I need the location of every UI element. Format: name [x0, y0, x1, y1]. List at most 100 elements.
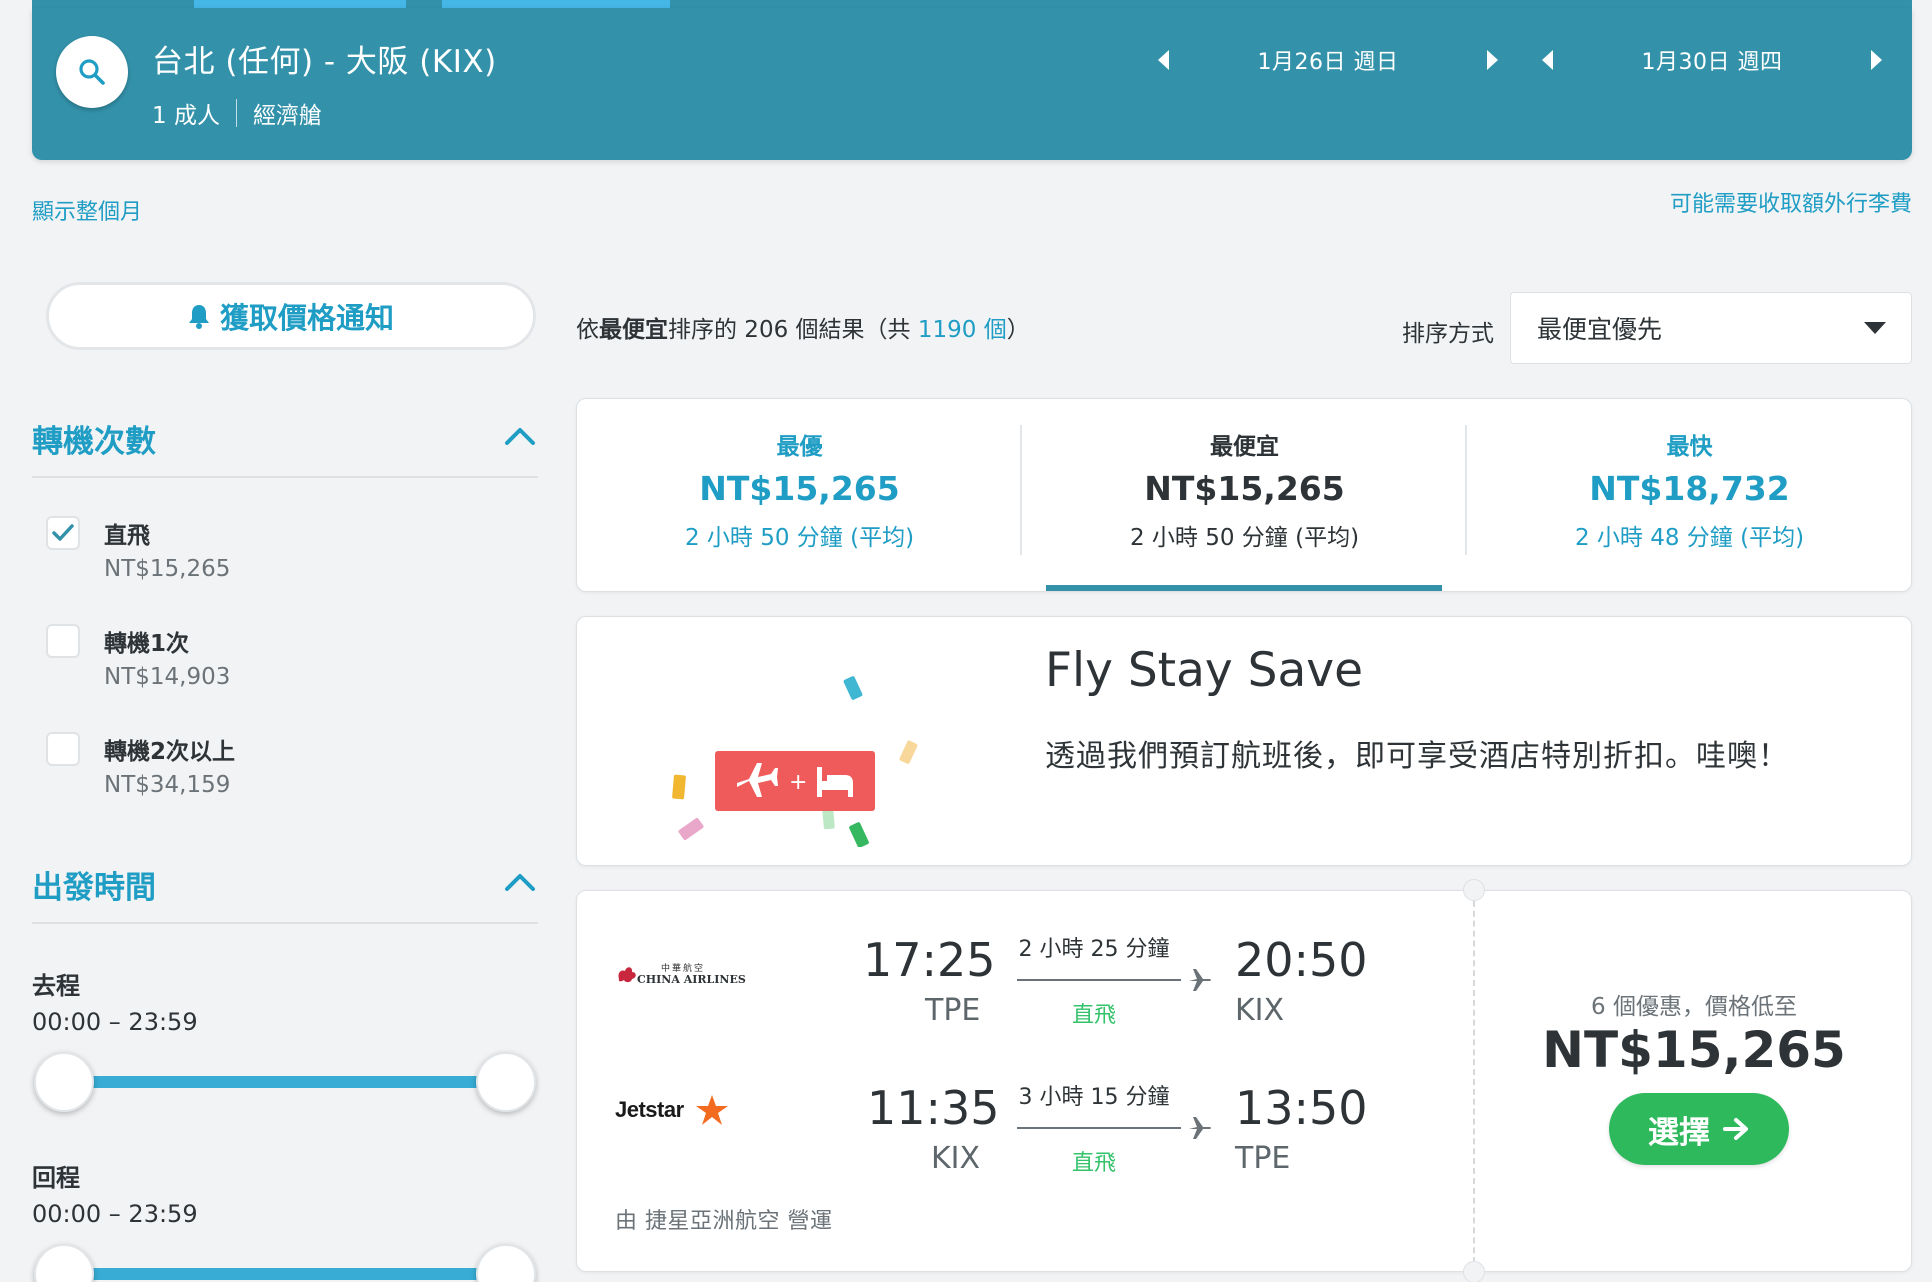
stops-indicator: 直飛	[1071, 1151, 1116, 1176]
slider-min-handle[interactable]	[34, 1052, 94, 1112]
cabin-class: 經濟艙	[252, 103, 322, 129]
bell-icon	[188, 305, 209, 329]
show-full-month-link[interactable]: 顯示整個月	[32, 194, 142, 226]
caret-down-icon	[1864, 322, 1886, 334]
outbound-time-range: 00:00 – 23:59	[32, 1008, 198, 1036]
stops-option-label: 轉機2次以上	[104, 739, 236, 765]
return-leg: Jetstar 11:35 KIX 3 小時 15 分鐘 直飛 13:50 TP…	[577, 1075, 1473, 1195]
trip-details[interactable]: 1 成人 經濟艙	[152, 96, 322, 130]
flight-plus-hotel-illustration: +	[672, 676, 918, 847]
result-sort-tabs: 最優 NT$15,265 2 小時 50 分鐘 (平均) 最便宜 NT$15,2…	[576, 398, 1912, 592]
caret-right-icon	[1487, 50, 1498, 70]
header-strip-segment	[194, 0, 406, 8]
departure-time: 11:35	[867, 1081, 1000, 1135]
price-alert-label: 獲取價格通知	[219, 301, 394, 335]
return-date-next-button[interactable]	[1854, 38, 1898, 82]
svg-text:+: +	[789, 770, 807, 795]
flight-duration: 2 小時 25 分鐘	[1018, 937, 1170, 962]
tab-duration: 2 小時 50 分鐘 (平均)	[684, 525, 915, 551]
tab-price: NT$18,732	[1589, 469, 1790, 508]
search-summary-header: 台北 (任何) - 大阪 (KIX) 1 成人 經濟艙 1月26日 週日 1月3…	[32, 8, 1912, 160]
airline-name: CHINA AIRLINES	[637, 973, 746, 986]
search-button[interactable]	[56, 36, 128, 108]
airline-name: Jetstar	[615, 1097, 684, 1122]
arrival-airport: TPE	[1235, 1141, 1291, 1176]
one-stop-checkbox[interactable]	[46, 624, 80, 658]
arrival-time: 13:50	[1235, 1081, 1368, 1135]
tab-cheapest[interactable]: 最便宜 NT$15,265 2 小時 50 分鐘 (平均)	[1022, 399, 1467, 591]
slider-max-handle[interactable]	[476, 1244, 536, 1282]
promo-title: Fly Stay Save	[1045, 643, 1364, 698]
flight-result-card[interactable]: 中華航空 CHINA AIRLINES 17:25 TPE 2 小時 25 分鐘…	[576, 879, 1912, 1282]
search-icon	[79, 59, 105, 85]
arrival-airport: KIX	[1235, 993, 1285, 1028]
slider-min-handle[interactable]	[34, 1244, 94, 1282]
depart-date-prev-button[interactable]	[1142, 38, 1186, 82]
baggage-fee-link[interactable]: 可能需要收取額外行李費	[1670, 186, 1912, 218]
arrow-right-icon	[1723, 1118, 1748, 1140]
departure-airport: TPE	[925, 993, 981, 1028]
tab-label: 最便宜	[1210, 434, 1279, 460]
tab-price: NT$15,265	[1144, 469, 1345, 508]
tab-duration: 2 小時 50 分鐘 (平均)	[1129, 525, 1360, 551]
sort-label: 排序方式	[1402, 321, 1494, 347]
results-prefix: 依	[576, 317, 599, 343]
flight-duration: 3 小時 15 分鐘	[1018, 1085, 1170, 1110]
results-count: 排序的 206 個結果（共	[668, 317, 918, 343]
tab-duration: 2 小時 48 分鐘 (平均)	[1574, 525, 1805, 551]
price-alert-button[interactable]: 獲取價格通知	[46, 282, 536, 350]
china-airlines-logo: 中華航空 CHINA AIRLINES	[615, 961, 755, 991]
divider	[235, 99, 237, 127]
flight-line	[1017, 979, 1181, 981]
results-summary: 依最便宜排序的 206 個結果（共 1190 個）	[576, 310, 1030, 344]
stops-option-label: 轉機1次	[104, 631, 190, 657]
tab-label: 最優	[776, 434, 823, 460]
two-plus-stops-checkbox[interactable]	[46, 732, 80, 766]
tab-fastest[interactable]: 最快 NT$18,732 2 小時 48 分鐘 (平均)	[1467, 399, 1911, 591]
deal-count-text: 6 個優惠，價格低至	[1591, 994, 1797, 1020]
return-time-range: 00:00 – 23:59	[32, 1200, 198, 1228]
outbound-label: 去程	[32, 972, 80, 1000]
header-top-strip	[32, 0, 1912, 8]
return-date-prev-button[interactable]	[1526, 38, 1570, 82]
outbound-time-slider[interactable]	[32, 1046, 538, 1118]
jetstar-star-icon	[696, 1095, 728, 1125]
depart-date[interactable]: 1月26日 週日	[1186, 44, 1470, 76]
tab-label: 最快	[1666, 434, 1713, 460]
depart-date-next-button[interactable]	[1470, 38, 1514, 82]
header-strip-segment	[442, 0, 670, 8]
sort-dropdown[interactable]: 最便宜優先	[1510, 292, 1912, 364]
departure-airport: KIX	[931, 1141, 981, 1176]
results-total-link[interactable]: 1190 個	[918, 317, 1007, 343]
outbound-leg: 中華航空 CHINA AIRLINES 17:25 TPE 2 小時 25 分鐘…	[577, 927, 1473, 1047]
depart-date-nav: 1月26日 週日	[1142, 38, 1514, 82]
arrival-time: 20:50	[1235, 933, 1368, 987]
results-suffix: ）	[1006, 317, 1030, 343]
ticket-divider	[1473, 891, 1475, 1273]
chevron-up-icon[interactable]	[502, 864, 538, 900]
active-tab-indicator	[1046, 585, 1442, 591]
return-date[interactable]: 1月30日 週四	[1570, 44, 1854, 76]
stops-option-price: NT$15,265	[104, 556, 231, 582]
departure-time-filter-title: 出發時間	[32, 870, 156, 906]
departure-time: 17:25	[863, 933, 996, 987]
slider-max-handle[interactable]	[476, 1052, 536, 1112]
route-title[interactable]: 台北 (任何) - 大阪 (KIX)	[152, 36, 497, 81]
return-date-nav: 1月30日 週四	[1526, 38, 1898, 82]
promo-text: 透過我們預訂航班後，即可享受酒店特別折扣。哇噢！	[1045, 739, 1789, 774]
stops-option-label: 直飛	[104, 523, 150, 549]
departure-time-filter-header[interactable]: 出發時間	[32, 862, 538, 924]
tab-price: NT$15,265	[699, 469, 900, 508]
results-sort-word: 最便宜	[599, 317, 668, 343]
tab-best[interactable]: 最優 NT$15,265 2 小時 50 分鐘 (平均)	[577, 399, 1022, 591]
stops-filter-header[interactable]: 轉機次數	[32, 416, 538, 478]
airplane-icon	[1189, 1117, 1211, 1139]
return-time-slider[interactable]	[32, 1238, 538, 1282]
fly-stay-save-banner[interactable]: + Fly Stay Save 透過我們預訂航班後，即可享受酒店特別折扣。哇噢！	[576, 616, 1912, 866]
chevron-up-icon[interactable]	[502, 418, 538, 454]
caret-right-icon	[1871, 50, 1882, 70]
direct-checkbox[interactable]	[46, 516, 80, 550]
return-label: 回程	[32, 1164, 80, 1192]
flight-line	[1017, 1127, 1181, 1129]
select-flight-button[interactable]: 選擇	[1609, 1093, 1789, 1165]
